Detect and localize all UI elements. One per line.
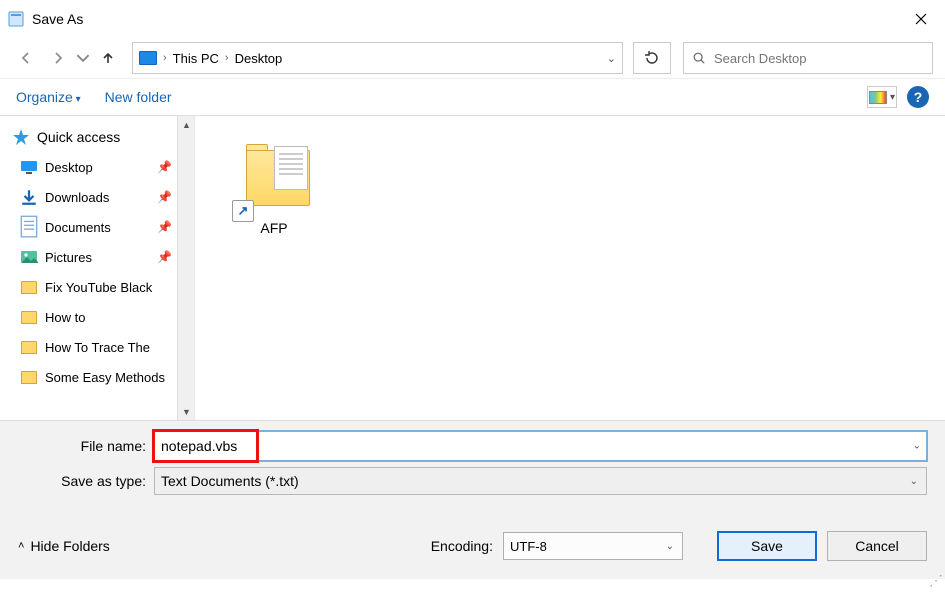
save-type-label: Save as type:	[18, 473, 154, 489]
window-title: Save As	[32, 11, 897, 27]
item-label: AFP	[219, 220, 329, 236]
search-input[interactable]	[714, 51, 924, 66]
organize-menu[interactable]: Organize	[16, 89, 81, 105]
help-button[interactable]: ?	[907, 86, 929, 108]
sidebar-item-label: Fix YouTube Black	[45, 280, 152, 295]
desktop-icon	[20, 158, 38, 176]
sidebar-item-folder[interactable]: Some Easy Methods	[0, 362, 194, 392]
quick-access-icon	[12, 128, 30, 146]
file-list[interactable]: ↗ AFP	[195, 116, 945, 420]
title-bar: Save As	[0, 0, 945, 38]
view-options-button[interactable]: ▾	[867, 86, 897, 108]
refresh-button[interactable]	[633, 42, 671, 74]
toolbar: Organize New folder ▾ ?	[0, 78, 945, 116]
address-dropdown[interactable]: ⌄	[607, 52, 616, 65]
encoding-value: UTF-8	[510, 539, 547, 554]
hide-folders-button[interactable]: ˄ Hide Folders	[18, 538, 110, 554]
view-icon	[869, 91, 887, 104]
sidebar-item-label: Pictures	[45, 250, 92, 265]
app-icon	[8, 11, 24, 27]
save-type-value: Text Documents (*.txt)	[161, 473, 299, 489]
nav-row: › This PC › Desktop ⌄	[0, 38, 945, 78]
file-name-input[interactable]	[154, 431, 927, 461]
encoding-select[interactable]: UTF-8 ⌄	[503, 532, 683, 560]
sidebar-quick-access[interactable]: Quick access	[0, 122, 194, 152]
resize-grip[interactable]: ⋰	[929, 576, 943, 590]
sidebar-item-pictures[interactable]: Pictures 📌	[0, 242, 194, 272]
chevron-up-icon: ˄	[18, 540, 24, 552]
nav-up-button[interactable]	[94, 44, 122, 72]
folder-icon	[20, 278, 38, 296]
file-name-label: File name:	[18, 438, 154, 454]
chevron-right-icon[interactable]: ›	[225, 52, 229, 64]
sidebar-item-folder[interactable]: How to	[0, 302, 194, 332]
search-box[interactable]	[683, 42, 933, 74]
save-button[interactable]: Save	[717, 531, 817, 561]
folder-icon	[20, 368, 38, 386]
sidebar-item-folder[interactable]: Fix YouTube Black	[0, 272, 194, 302]
pc-icon	[139, 51, 157, 65]
chevron-right-icon[interactable]: ›	[163, 52, 167, 64]
pin-icon: 📌	[157, 250, 172, 264]
pictures-icon	[20, 248, 38, 266]
navigation-pane[interactable]: Quick access Desktop 📌 Downloads 📌 Docum…	[0, 116, 195, 420]
nav-back-button	[12, 44, 40, 72]
sidebar-item-desktop[interactable]: Desktop 📌	[0, 152, 194, 182]
sidebar-quick-access-label: Quick access	[37, 129, 120, 145]
scroll-down-icon[interactable]: ▼	[178, 403, 195, 420]
sidebar-item-documents[interactable]: Documents 📌	[0, 212, 194, 242]
folder-shortcut-icon: ↗	[234, 136, 314, 216]
sidebar-item-label: Some Easy Methods	[45, 370, 165, 385]
close-button[interactable]	[897, 0, 945, 38]
chevron-down-icon: ⌄	[910, 476, 918, 487]
search-icon	[692, 51, 706, 65]
encoding-label: Encoding:	[431, 538, 493, 554]
sidebar-item-label: Downloads	[45, 190, 109, 205]
sidebar-item-label: How To Trace The	[45, 340, 150, 355]
save-form: File name: ⌄ Save as type: Text Document…	[0, 420, 945, 515]
document-icon	[20, 218, 38, 236]
breadcrumb-current[interactable]: Desktop	[235, 51, 283, 66]
body-area: Quick access Desktop 📌 Downloads 📌 Docum…	[0, 116, 945, 420]
sidebar-item-label: How to	[45, 310, 85, 325]
pin-icon: 📌	[157, 220, 172, 234]
actions-row: ˄ Hide Folders Encoding: UTF-8 ⌄ Save Ca…	[0, 515, 945, 579]
pin-icon: 📌	[157, 160, 172, 174]
sidebar-scrollbar[interactable]: ▲ ▼	[177, 116, 194, 420]
download-icon	[20, 188, 38, 206]
scroll-up-icon[interactable]: ▲	[178, 116, 195, 133]
address-bar[interactable]: › This PC › Desktop ⌄	[132, 42, 623, 74]
sidebar-item-label: Documents	[45, 220, 111, 235]
new-folder-button[interactable]: New folder	[105, 89, 172, 105]
cancel-button[interactable]: Cancel	[827, 531, 927, 561]
file-name-dropdown[interactable]: ⌄	[913, 441, 921, 452]
folder-icon	[20, 338, 38, 356]
nav-forward-button	[44, 44, 72, 72]
sidebar-item-downloads[interactable]: Downloads 📌	[0, 182, 194, 212]
sidebar-item-label: Desktop	[45, 160, 93, 175]
hide-folders-label: Hide Folders	[30, 538, 109, 554]
shortcut-overlay-icon: ↗	[232, 200, 254, 222]
item-afp[interactable]: ↗ AFP	[219, 136, 329, 236]
chevron-down-icon: ⌄	[666, 541, 674, 552]
sidebar-item-folder[interactable]: How To Trace The	[0, 332, 194, 362]
pin-icon: 📌	[157, 190, 172, 204]
save-type-select[interactable]: Text Documents (*.txt) ⌄	[154, 467, 927, 495]
folder-icon	[20, 308, 38, 326]
breadcrumb-this-pc[interactable]: This PC	[173, 51, 219, 66]
nav-recent-button[interactable]	[76, 44, 90, 72]
